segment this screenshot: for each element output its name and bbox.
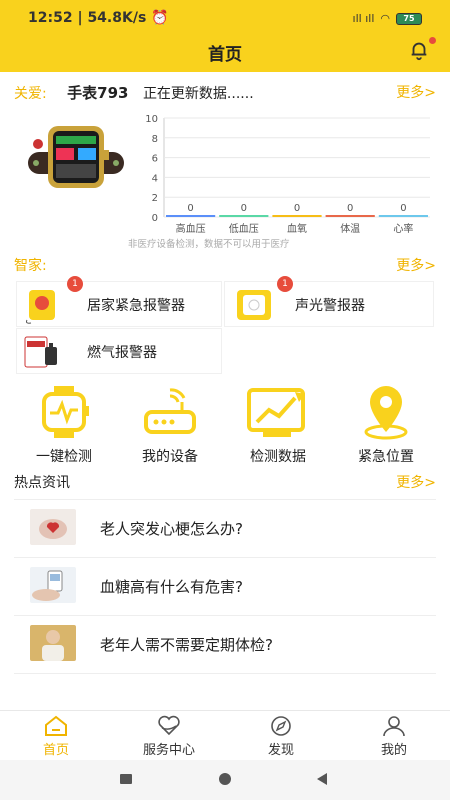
notification-dot	[429, 37, 436, 44]
news-thumbnail	[30, 625, 76, 661]
x-tick-label: 低血压	[229, 222, 259, 235]
siren-icon	[237, 290, 271, 320]
y-tick-label: 2	[152, 193, 158, 204]
tab-label: 服务中心	[142, 743, 195, 758]
data-label: 0	[294, 203, 300, 214]
news-item[interactable]: 老年人需不需要定期体检?	[14, 615, 436, 673]
device-card-siren[interactable]: 1 声光警报器	[224, 276, 434, 327]
health-chart: 0 2 4 6 8 10 0 高血压 0 低血压 0 血氧 0 体温 0 心率	[128, 112, 438, 250]
smartwatch-image[interactable]	[26, 114, 126, 200]
feature-my-devices[interactable]: 我的设备	[120, 384, 220, 466]
device-card-gas-alarm[interactable]: 燃气报警器	[16, 328, 222, 374]
heart-hand-icon	[158, 715, 180, 736]
health-bar-chart: 0 2 4 6 8 10 0 高血压 0 低血压 0 血氧 0 体温 0 心率	[145, 114, 430, 235]
data-label: 0	[241, 203, 247, 214]
device-label: 声光警报器	[295, 298, 365, 314]
home-icon	[45, 715, 67, 736]
gas-alarm-icon	[24, 336, 57, 368]
data-label: 0	[187, 203, 193, 214]
signal-icon: ıll ıll	[352, 12, 375, 25]
news-title: 老年人需不需要定期体检?	[100, 636, 273, 654]
feature-emergency-location[interactable]: 紧急位置	[336, 384, 436, 466]
bar-1	[219, 215, 269, 217]
news-row: 热点资讯 更多>	[14, 472, 436, 494]
smart-home-more-link[interactable]: 更多>	[396, 255, 436, 275]
news-heading: 热点资讯	[14, 475, 70, 491]
page-title: 首页	[208, 45, 242, 65]
bar-3	[325, 215, 375, 217]
divider	[14, 673, 436, 674]
smart-home-label: 智家:	[14, 258, 47, 274]
feature-label: 一键检测	[36, 449, 92, 465]
tab-service-center[interactable]: 服务中心	[124, 715, 214, 758]
data-label: 0	[400, 203, 406, 214]
tab-label: 发现	[267, 743, 294, 758]
tab-label: 我的	[380, 743, 407, 758]
recents-button[interactable]	[120, 774, 132, 784]
top-header: 12:52 | 54.8K/s ⏰ ıll ıll ◠ 75 首页	[0, 0, 450, 72]
news-thumbnail	[30, 509, 76, 545]
news-title: 老人突发心梗怎么办?	[100, 520, 243, 538]
device-badge: 1	[67, 276, 83, 292]
news-item[interactable]: 老人突发心梗怎么办?	[14, 499, 436, 557]
device-name[interactable]: 手表793	[67, 84, 128, 102]
y-tick-label: 10	[145, 114, 158, 125]
feature-detection-data[interactable]: 检测数据	[228, 384, 328, 466]
back-button[interactable]	[316, 773, 328, 785]
watch-pulse-icon	[42, 386, 89, 438]
care-row: 关爱: 手表793 正在更新数据...... 更多>	[14, 82, 436, 104]
device-badge: 1	[277, 276, 293, 292]
compass-icon	[271, 716, 291, 736]
bar-2	[272, 215, 322, 217]
bar-4	[378, 215, 428, 217]
chart-disclaimer: 非医疗设备检测，数据不可以用于医疗	[128, 239, 290, 250]
tab-mine[interactable]: 我的	[349, 715, 439, 758]
location-pin-icon	[364, 386, 408, 440]
y-tick-label: 4	[152, 173, 158, 184]
emergency-alarm-icon	[26, 290, 55, 324]
y-tick-label: 0	[152, 213, 158, 224]
care-more-link[interactable]: 更多>	[396, 82, 436, 102]
user-icon	[383, 716, 405, 737]
y-tick-label: 8	[152, 134, 158, 145]
alarm-clock-icon: ⏰	[151, 10, 169, 26]
device-card-emergency-alarm[interactable]: 1 居家紧急报警器	[16, 276, 222, 327]
feature-label: 我的设备	[142, 449, 198, 465]
x-tick-label: 体温	[340, 223, 360, 235]
wifi-icon: ◠	[380, 12, 390, 25]
device-label: 燃气报警器	[87, 345, 157, 361]
status-bar: 12:52 | 54.8K/s ⏰ ıll ıll ◠ 75	[28, 10, 422, 28]
x-tick-label: 心率	[393, 222, 413, 235]
x-tick-label: 血氧	[287, 222, 307, 235]
bottom-tab-bar: 首页 服务中心 发现 我的	[0, 710, 450, 760]
feature-label: 检测数据	[250, 449, 306, 465]
feature-one-click-detect[interactable]: 一键检测	[14, 384, 114, 466]
tab-discover[interactable]: 发现	[236, 715, 326, 758]
data-label: 0	[347, 203, 353, 214]
smart-home-row: 智家: 更多>	[14, 255, 436, 277]
tab-label: 首页	[42, 743, 69, 758]
chart-trend-icon	[247, 388, 305, 437]
care-label: 关爱:	[14, 86, 47, 102]
network-speed: | 54.8K/s	[77, 10, 147, 26]
tab-home[interactable]: 首页	[11, 715, 101, 758]
news-item[interactable]: 血糖高有什么有危害?	[14, 557, 436, 615]
update-status: 正在更新数据......	[142, 86, 254, 102]
news-more-link[interactable]: 更多>	[396, 472, 436, 492]
feature-label: 紧急位置	[358, 449, 414, 465]
router-icon	[144, 388, 196, 434]
device-label: 居家紧急报警器	[87, 298, 185, 314]
news-thumbnail	[30, 567, 76, 603]
system-nav-bar	[0, 760, 450, 800]
bar-0	[166, 215, 216, 217]
status-time: 12:52	[28, 10, 73, 26]
home-button[interactable]	[219, 773, 231, 785]
battery-icon: 75	[396, 12, 422, 25]
news-title: 血糖高有什么有危害?	[100, 578, 243, 596]
y-tick-label: 6	[152, 154, 158, 165]
bell-icon[interactable]	[408, 39, 430, 61]
x-tick-label: 高血压	[176, 222, 206, 235]
